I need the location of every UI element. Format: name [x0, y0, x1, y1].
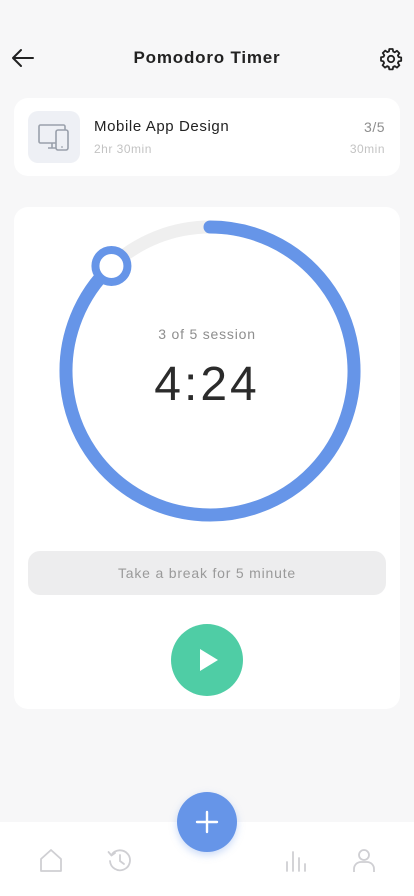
nav-home[interactable]	[37, 846, 65, 874]
timer-card: 3 of 5 session 4:24 Take a break for 5 m…	[14, 207, 400, 709]
settings-button[interactable]	[379, 47, 403, 71]
task-name: Mobile App Design	[94, 118, 230, 135]
play-button[interactable]	[171, 624, 243, 696]
play-icon	[200, 649, 218, 671]
progress-knob[interactable]	[91, 246, 132, 287]
nav-stats[interactable]	[282, 846, 310, 874]
session-count: 3/5	[364, 119, 385, 135]
plus-icon	[195, 810, 219, 834]
gear-icon	[380, 48, 403, 71]
task-duration: 2hr 30min	[94, 142, 152, 156]
time-remaining: 4:24	[154, 358, 260, 411]
add-task-button[interactable]	[177, 792, 237, 852]
session-label: 3 of 5 session	[158, 326, 256, 342]
profile-icon	[353, 849, 375, 872]
devices-icon	[38, 124, 69, 151]
app-header: Pomodoro Timer	[0, 0, 414, 110]
nav-profile[interactable]	[350, 846, 378, 874]
task-card[interactable]: Mobile App Design 2hr 30min 3/5 30min	[14, 98, 400, 176]
break-message: Take a break for 5 minute	[28, 551, 386, 595]
history-icon	[107, 849, 131, 872]
home-icon	[40, 849, 62, 872]
page-title: Pomodoro Timer	[133, 48, 281, 67]
task-icon	[28, 111, 80, 163]
nav-history[interactable]	[106, 846, 134, 874]
stats-icon	[286, 851, 306, 872]
session-duration: 30min	[349, 142, 385, 156]
